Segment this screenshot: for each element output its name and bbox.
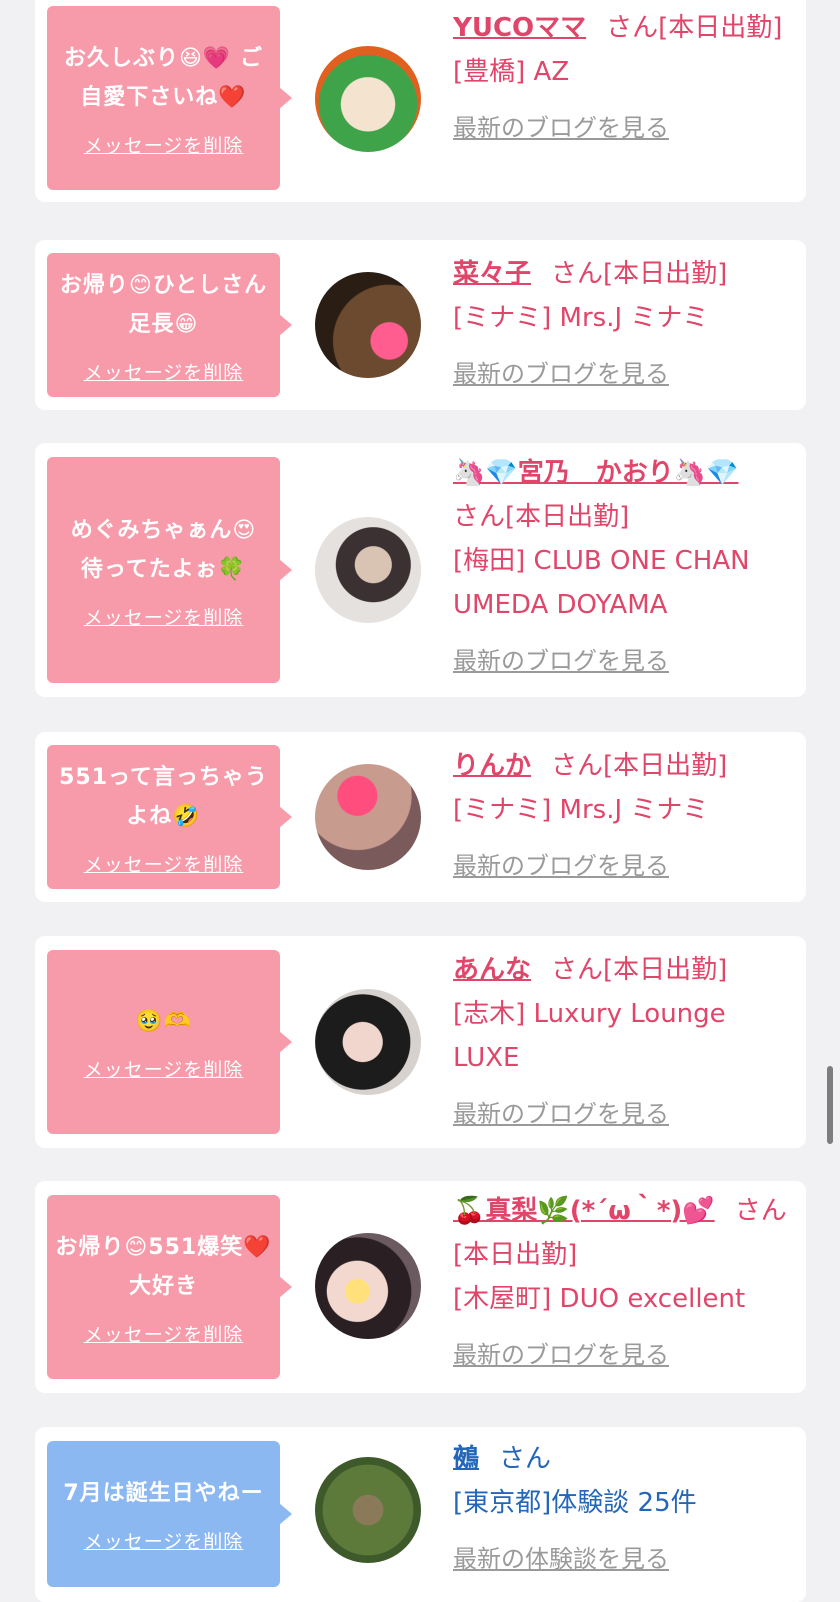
cast-location: [ミナミ] Mrs.J ミナミ — [453, 795, 709, 825]
message-card: お帰り😊ひとしさん足長😁 メッセージを削除 菜々子 さん[本日出勤] [ミナミ] … — [35, 240, 806, 410]
message-bubble: めぐみちゃぁん😍 待ってたよぉ🍀 メッセージを削除 — [47, 457, 292, 683]
cast-name-link[interactable]: 🍒真梨🌿(*´ω｀*)💕 — [453, 1196, 715, 1226]
cast-info: 菜々子 さん[本日出勤] [ミナミ] Mrs.J ミナミ 最新のブログを見る — [453, 252, 798, 396]
latest-blog-link[interactable]: 最新のブログを見る — [453, 639, 798, 683]
message-bubble: 7月は誕生日やねー メッセージを削除 — [47, 1441, 292, 1587]
avatar[interactable] — [315, 272, 421, 378]
message-text: 🥹🫶 — [135, 1009, 192, 1034]
avatar[interactable] — [315, 989, 421, 1095]
latest-blog-link[interactable]: 最新のブログを見る — [453, 1092, 798, 1136]
cast-location: [木屋町] DUO excellent — [453, 1284, 746, 1314]
delete-message-link[interactable]: メッセージを削除 — [84, 131, 244, 158]
cast-location: [豊橋] AZ — [453, 57, 570, 87]
cast-status: さん[本日出勤] — [551, 955, 728, 985]
cast-status: さん[本日出勤] — [606, 13, 783, 43]
cast-name-link[interactable]: りんか — [453, 751, 531, 781]
cast-status: さん — [499, 1444, 552, 1474]
cast-info: 鵺さん [東京都]体験談 25件 最新の体験談を見る — [453, 1437, 798, 1581]
message-bubble: お久しぶり😆💗 ご自愛下さいね❤️ メッセージを削除 — [47, 6, 292, 190]
message-card: お帰り😊551爆笑❤️大好き メッセージを削除 🍒真梨🌿(*´ω｀*)💕 さん[本… — [35, 1181, 806, 1393]
cast-name-link[interactable]: 🦄💎宮乃 かおり🦄💎 — [453, 458, 739, 488]
latest-blog-link[interactable]: 最新のブログを見る — [453, 352, 798, 396]
cast-name-link[interactable]: YUCOママ — [453, 13, 586, 43]
delete-message-link[interactable]: メッセージを削除 — [84, 603, 244, 630]
message-text: 551って言っちゃうよね🤣 — [59, 764, 268, 829]
message-card: 551って言っちゃうよね🤣 メッセージを削除 りんか さん[本日出勤] [ミナミ]… — [35, 732, 806, 902]
cast-status: さん[本日出勤] — [551, 751, 728, 781]
cast-info: あんな さん[本日出勤] [志木] Luxury Lounge LUXE 最新のブ… — [453, 948, 798, 1136]
cast-info: 🍒真梨🌿(*´ω｀*)💕 さん[本日出勤] [木屋町] DUO excellent… — [453, 1189, 798, 1377]
cast-status: さん[本日出勤] — [453, 502, 630, 532]
message-text: めぐみちゃぁん😍 待ってたよぉ🍀 — [70, 517, 257, 582]
latest-blog-link[interactable]: 最新のブログを見る — [453, 106, 798, 150]
cast-name-link[interactable]: 菜々子 — [453, 259, 531, 289]
cast-name-link[interactable]: あんな — [453, 955, 531, 985]
cast-location: [志木] Luxury Lounge LUXE — [453, 999, 726, 1073]
message-text: 7月は誕生日やねー — [63, 1481, 264, 1506]
message-text: お久しぶり😆💗 ご自愛下さいね❤️ — [64, 45, 263, 110]
avatar[interactable] — [315, 517, 421, 623]
latest-review-link[interactable]: 最新の体験談を見る — [453, 1537, 798, 1581]
delete-message-link[interactable]: メッセージを削除 — [84, 1320, 244, 1347]
message-text: お帰り😊551爆笑❤️大好き — [55, 1234, 272, 1299]
delete-message-link[interactable]: メッセージを削除 — [84, 850, 244, 877]
cast-location: [東京都]体験談 25件 — [453, 1488, 697, 1518]
delete-message-link[interactable]: メッセージを削除 — [84, 1527, 244, 1554]
avatar[interactable] — [315, 1233, 421, 1339]
message-card: めぐみちゃぁん😍 待ってたよぉ🍀 メッセージを削除 🦄💎宮乃 かおり🦄💎 さん[… — [35, 443, 806, 697]
latest-blog-link[interactable]: 最新のブログを見る — [453, 1333, 798, 1377]
delete-message-link[interactable]: メッセージを削除 — [84, 358, 244, 385]
message-bubble: 🥹🫶 メッセージを削除 — [47, 950, 292, 1134]
cast-location: [ミナミ] Mrs.J ミナミ — [453, 303, 709, 333]
latest-blog-link[interactable]: 最新のブログを見る — [453, 844, 798, 888]
avatar[interactable] — [315, 46, 421, 152]
delete-message-link[interactable]: メッセージを削除 — [84, 1055, 244, 1082]
cast-status: さん[本日出勤] — [551, 259, 728, 289]
message-card: お久しぶり😆💗 ご自愛下さいね❤️ メッセージを削除 YUCOママ さん[本日出勤… — [35, 0, 806, 202]
cast-location: [梅田] CLUB ONE CHAN UMEDA DOYAMA — [453, 546, 750, 620]
cast-name-link[interactable]: 鵺 — [453, 1444, 479, 1474]
message-card: 7月は誕生日やねー メッセージを削除 鵺さん [東京都]体験談 25件 最新の体… — [35, 1427, 806, 1602]
message-bubble: 551って言っちゃうよね🤣 メッセージを削除 — [47, 745, 292, 889]
cast-info: りんか さん[本日出勤] [ミナミ] Mrs.J ミナミ 最新のブログを見る — [453, 744, 798, 888]
avatar[interactable] — [315, 1457, 421, 1563]
message-card: 🥹🫶 メッセージを削除 あんな さん[本日出勤] [志木] Luxury Loun… — [35, 936, 806, 1148]
avatar[interactable] — [315, 764, 421, 870]
cast-info: YUCOママ さん[本日出勤] [豊橋] AZ 最新のブログを見る — [453, 6, 798, 150]
message-text: お帰り😊ひとしさん足長😁 — [59, 272, 268, 337]
scrollbar[interactable] — [827, 1066, 833, 1144]
message-bubble: お帰り😊ひとしさん足長😁 メッセージを削除 — [47, 253, 292, 397]
cast-info: 🦄💎宮乃 かおり🦄💎 さん[本日出勤] [梅田] CLUB ONE CHAN U… — [453, 451, 798, 683]
message-bubble: お帰り😊551爆笑❤️大好き メッセージを削除 — [47, 1195, 292, 1379]
